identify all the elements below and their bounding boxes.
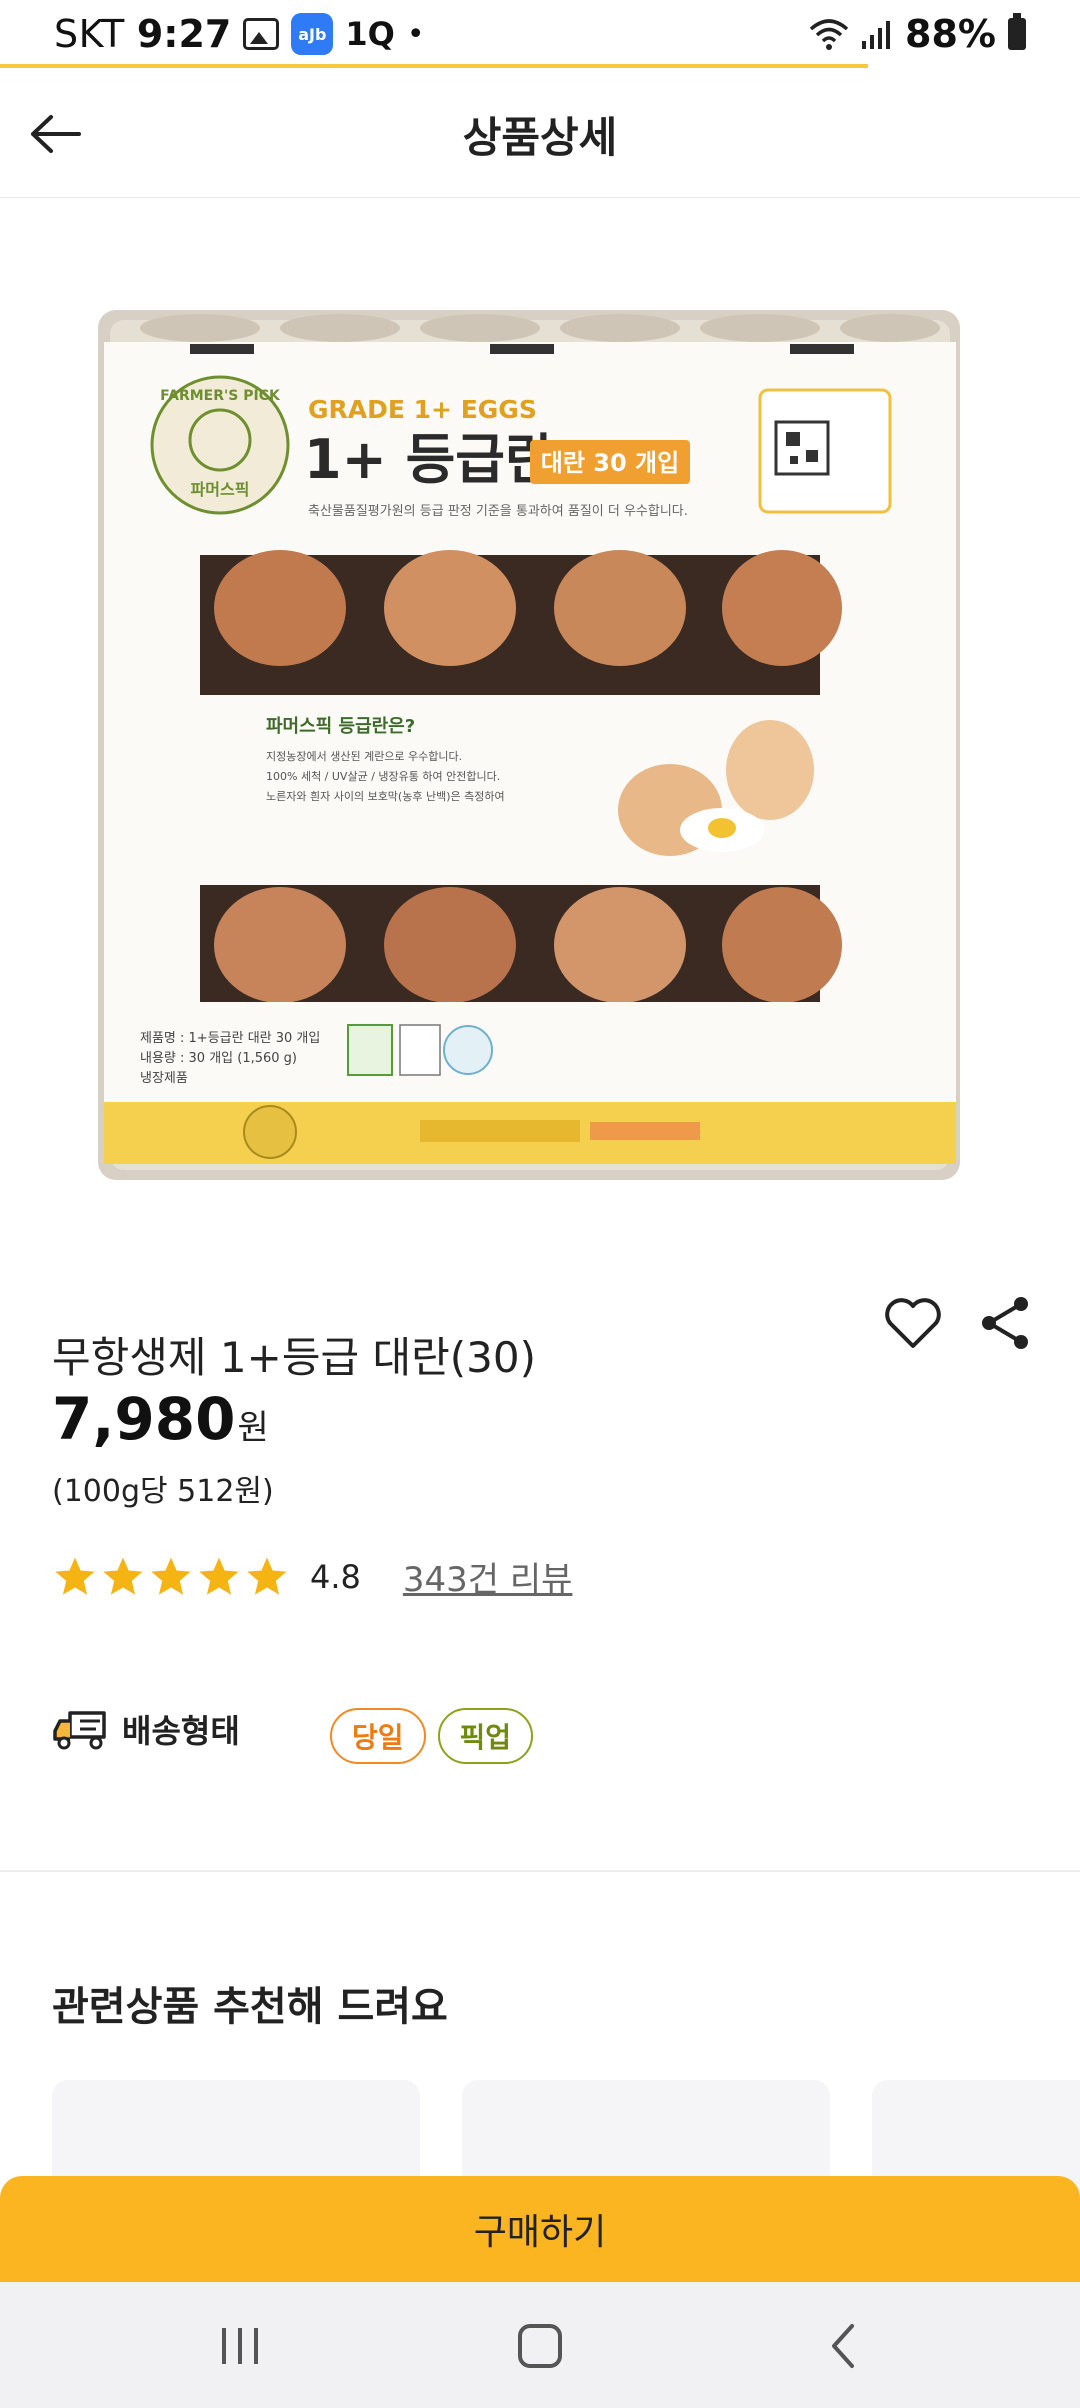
delivery-label: 배송형태 (122, 1712, 240, 1750)
brand-korean: 파머스픽 (191, 480, 250, 499)
recent-apps-icon[interactable] (218, 2326, 262, 2366)
unit-price: (100g당 512원) (52, 1474, 274, 1509)
product-image: FARMER'S PICK 파머스픽 GRADE 1+ EGGS 1+ 등급란 … (90, 290, 970, 1190)
price-unit: 원 (237, 1408, 269, 1448)
rating-stars (52, 1554, 290, 1600)
notification-label: 1Q (345, 15, 395, 53)
signal-icon (862, 21, 891, 49)
clock: 9:27 (136, 12, 232, 56)
section-divider (0, 1870, 1080, 1872)
same-day-badge: 당일 (330, 1708, 426, 1764)
product-name: 무항생제 1+등급 대란(30) (52, 1333, 536, 1382)
star-icon (247, 1556, 287, 1595)
star-icon (55, 1556, 95, 1595)
spec-name: 제품명 : 1+등급란 대란 30 개입 (140, 1031, 320, 1046)
carrier-label: SKT (54, 12, 125, 56)
star-icon (103, 1556, 143, 1595)
delivery-badges: 당일 픽업 (330, 1708, 534, 1764)
app-notification-icon: aJb (291, 13, 334, 55)
grade-korean: 1+ 등급란 (304, 428, 555, 491)
price-row: 7,980 원 (52, 1385, 269, 1453)
app-header: 상품상세 (0, 68, 1080, 198)
page-title: 상품상세 (462, 113, 618, 162)
review-count-link[interactable]: 343건 리뷰 (403, 1552, 573, 1601)
system-back-icon[interactable] (828, 2322, 858, 2370)
buy-button[interactable]: 구매하기 (0, 2176, 1080, 2282)
truck-icon (53, 1711, 106, 1750)
status-bar: SKT 9:27 aJb 1Q • 88% (0, 0, 1080, 66)
info-item: 100% 세척 / UV살균 / 냉장유통 하여 안전합니다. (266, 769, 500, 783)
image-tagline: 축산물품질평가원의 등급 판정 기준을 통과하여 품질이 더 우수합니다. (308, 504, 688, 519)
battery-icon (1008, 13, 1026, 50)
star-icon (199, 1556, 239, 1595)
status-right: 88% (809, 12, 1026, 56)
share-button[interactable] (975, 1292, 1037, 1354)
wifi-icon (809, 19, 849, 50)
brand-circle-text: FARMER'S PICK (160, 388, 281, 404)
gallery-notification-icon (243, 18, 280, 50)
delivery-row: 배송형태 (52, 1706, 240, 1752)
price-value: 7,980 (52, 1385, 236, 1453)
battery-percent: 88% (905, 12, 996, 56)
rating-row: 4.8 343건 리뷰 (52, 1552, 572, 1601)
wishlist-button[interactable] (882, 1292, 944, 1354)
info-item: 지정농장에서 생산된 계란으로 우수합니다. (266, 750, 462, 763)
pickup-badge: 픽업 (437, 1708, 534, 1764)
related-section-title: 관련상품 추천해 드려요 (52, 1984, 448, 2030)
more-notifications-dot: • (406, 16, 425, 52)
star-icon (151, 1556, 191, 1595)
pack-badge: 대란 30 개입 (541, 449, 679, 477)
grade-english: GRADE 1+ EGGS (308, 395, 537, 424)
status-left: SKT 9:27 aJb 1Q • (54, 12, 425, 56)
info-item: 노른자와 흰자 사이의 보호막(농후 난백)은 측정하여 (266, 789, 505, 803)
home-icon[interactable] (518, 2324, 562, 2368)
spec-volume: 내용량 : 30 개입 (1,560 g) (140, 1051, 297, 1066)
system-nav-bar (0, 2282, 1080, 2408)
heart-icon (885, 1298, 941, 1348)
spec-storage: 냉장제품 (140, 1071, 188, 1086)
share-icon (982, 1297, 1028, 1349)
info-title: 파머스픽 등급란은? (266, 716, 415, 737)
rating-score: 4.8 (310, 1557, 361, 1596)
